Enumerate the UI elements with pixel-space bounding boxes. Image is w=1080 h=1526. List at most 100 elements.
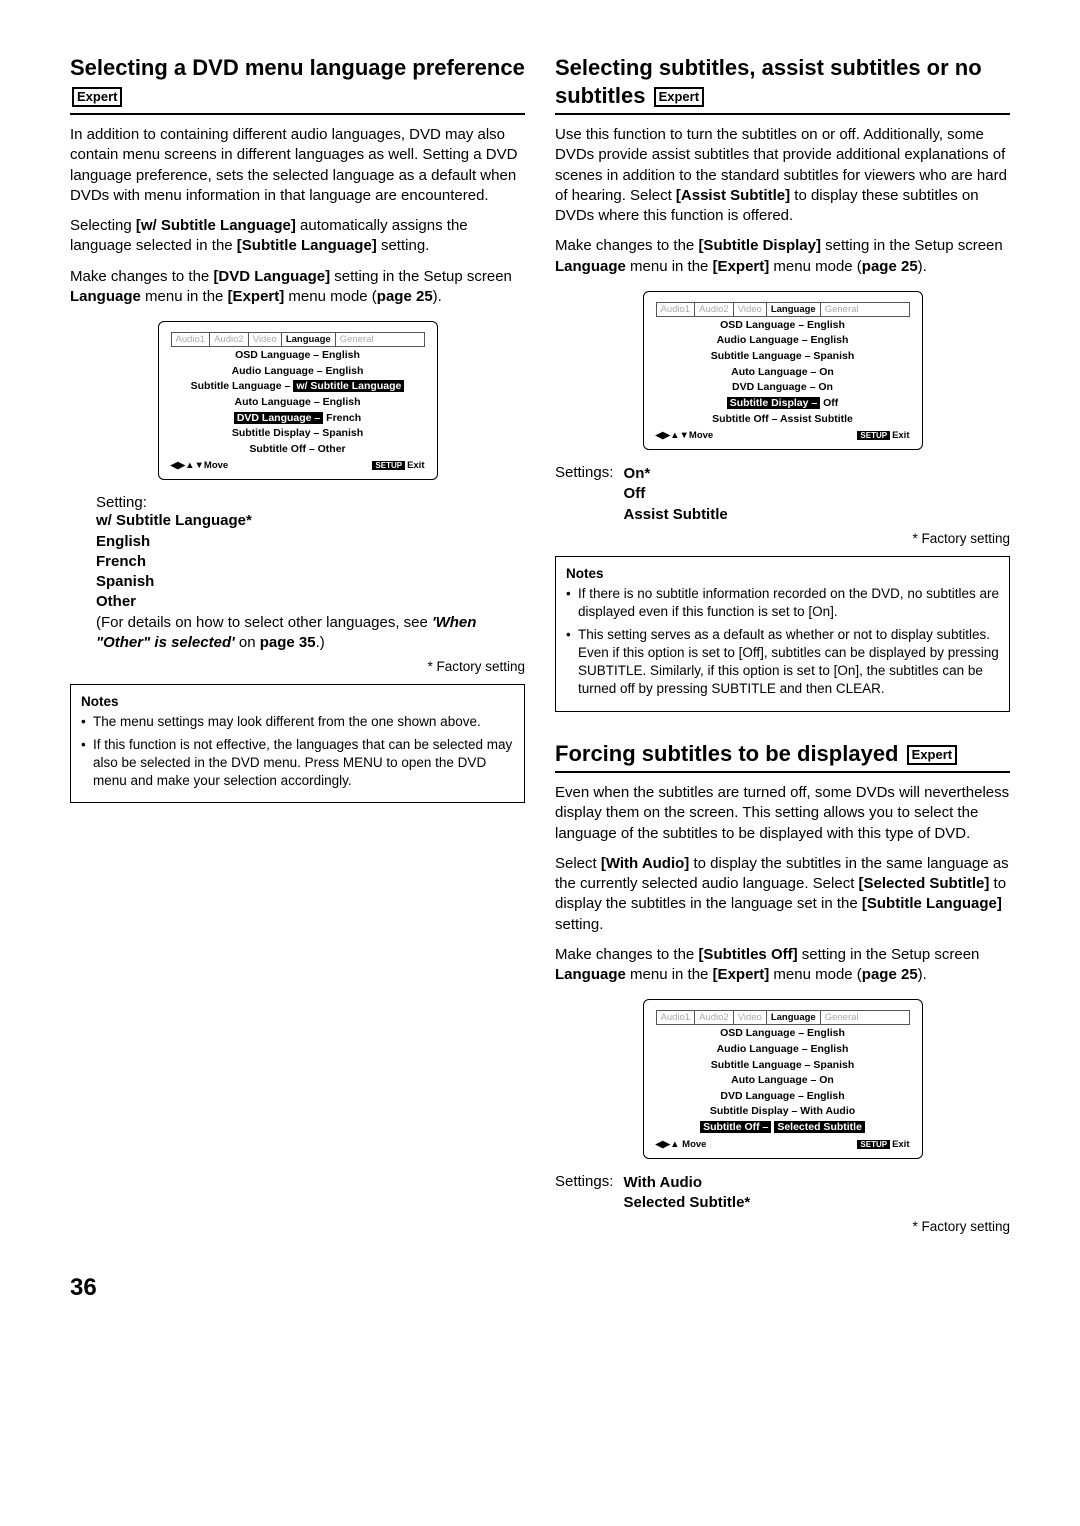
opt: Assist Subtitle <box>624 505 728 525</box>
tab-audio2: Audio2 <box>695 303 734 316</box>
left-para2: Selecting [w/ Subtitle Language] automat… <box>70 216 525 257</box>
r1-osd: Audio1 Audio2 Video Language General OSD… <box>643 291 923 450</box>
osd-row: Subtitle Display – Off <box>656 397 910 411</box>
heading-dvd-menu-lang: Selecting a DVD menu language preference… <box>70 54 525 115</box>
osd-row: Audio Language – English <box>656 1043 910 1057</box>
tab-language: Language <box>282 333 336 346</box>
r2-settings: Settings: With Audio Selected Subtitle* <box>555 1173 1010 1214</box>
page-content: Selecting a DVD menu language preference… <box>70 54 1010 1244</box>
osd-row: DVD Language – English <box>656 1090 910 1104</box>
osd-row: Audio Language – English <box>656 334 910 348</box>
setting-label: Settings: <box>555 1173 613 1190</box>
left-para3: Make changes to the [DVD Language] setti… <box>70 267 525 308</box>
setting-label: Setting: <box>96 494 147 511</box>
setting-options: With Audio Selected Subtitle* <box>624 1173 751 1214</box>
tab-language: Language <box>767 303 821 316</box>
osd-row: Subtitle Language – Spanish <box>656 1059 910 1073</box>
note-item: If this function is not effective, the l… <box>81 736 514 791</box>
osd-row: Auto Language – On <box>656 366 910 380</box>
tab-audio1: Audio1 <box>172 333 211 346</box>
r1-p1: Use this function to turn the subtitles … <box>555 125 1010 226</box>
r2-osd: Audio1 Audio2 Video Language General OSD… <box>643 999 923 1158</box>
factory-note: * Factory setting <box>555 531 1010 546</box>
notes-title: Notes <box>566 565 999 583</box>
opt: Spanish <box>96 572 525 592</box>
osd-row: DVD Language – French <box>171 412 425 426</box>
left-settings: Setting: w/ Subtitle Language* English F… <box>70 494 525 653</box>
r2-osd-wrap: Audio1 Audio2 Video Language General OSD… <box>555 999 1010 1158</box>
osd-row: DVD Language – On <box>656 381 910 395</box>
tab-audio2: Audio2 <box>210 333 249 346</box>
opt: Off <box>624 484 728 504</box>
opt: Selected Subtitle* <box>624 1193 751 1213</box>
r2-p2: Select [With Audio] to display the subti… <box>555 854 1010 935</box>
tab-language: Language <box>767 1011 821 1024</box>
osd-row: Subtitle Off – Selected Subtitle <box>656 1121 910 1135</box>
expert-badge: Expert <box>72 87 122 107</box>
heading-forcing-subtitles: Forcing subtitles to be displayed Expert <box>555 740 1010 774</box>
left-notes: Notes The menu settings may look differe… <box>70 684 525 803</box>
osd-row: Subtitle Off – Other <box>171 443 425 457</box>
tab-general: General <box>336 333 378 346</box>
tab-video: Video <box>734 1011 767 1024</box>
osd-tabs: Audio1 Audio2 Video Language General <box>656 1010 910 1025</box>
opt: French <box>96 552 525 572</box>
other-note: (For details on how to select other lang… <box>96 613 525 654</box>
r1-notes: Notes If there is no subtitle informatio… <box>555 556 1010 712</box>
opt: English <box>96 532 525 552</box>
page-number: 36 <box>70 1274 1010 1302</box>
r1-p2: Make changes to the [Subtitle Display] s… <box>555 236 1010 277</box>
note-item: If there is no subtitle information reco… <box>566 585 999 621</box>
opt: Other <box>96 592 525 612</box>
setting-options: On* Off Assist Subtitle <box>624 464 728 525</box>
setup-exit: SETUPExit <box>857 1139 909 1150</box>
osd-foot: ◀▶▲ Move SETUPExit <box>656 1139 910 1150</box>
left-osd: Audio1 Audio2 Video Language General OSD… <box>158 321 438 480</box>
osd-row: Audio Language – English <box>171 365 425 379</box>
osd-row: Subtitle Display – Spanish <box>171 427 425 441</box>
move-nav-icon: ◀▶▲▼Move <box>171 460 229 471</box>
left-para1: In addition to containing different audi… <box>70 125 525 206</box>
note-item: This setting serves as a default as whet… <box>566 626 999 699</box>
osd-foot: ◀▶▲▼Move SETUPExit <box>171 460 425 471</box>
osd-tabs: Audio1 Audio2 Video Language General <box>171 332 425 347</box>
expert-badge: Expert <box>907 745 957 765</box>
left-column: Selecting a DVD menu language preference… <box>70 54 525 1244</box>
osd-row: Subtitle Display – With Audio <box>656 1105 910 1119</box>
osd-row: Subtitle Language – Spanish <box>656 350 910 364</box>
tab-audio1: Audio1 <box>657 303 696 316</box>
setting-label: Settings: <box>555 464 613 481</box>
factory-note: * Factory setting <box>555 1219 1010 1234</box>
factory-note: * Factory setting <box>70 659 525 674</box>
osd-row: Auto Language – English <box>171 396 425 410</box>
heading-text: Selecting subtitles, assist subtitles or… <box>555 55 982 108</box>
expert-badge: Expert <box>654 87 704 107</box>
tab-audio2: Audio2 <box>695 1011 734 1024</box>
move-nav-icon: ◀▶▲ Move <box>656 1139 707 1150</box>
note-item: The menu settings may look different fro… <box>81 713 514 731</box>
osd-tabs: Audio1 Audio2 Video Language General <box>656 302 910 317</box>
heading-text: Forcing subtitles to be displayed <box>555 741 899 766</box>
move-nav-icon: ◀▶▲▼Move <box>656 430 714 441</box>
osd-foot: ◀▶▲▼Move SETUPExit <box>656 430 910 441</box>
r2-p1: Even when the subtitles are turned off, … <box>555 783 1010 844</box>
left-osd-wrap: Audio1 Audio2 Video Language General OSD… <box>70 321 525 480</box>
r1-settings: Settings: On* Off Assist Subtitle <box>555 464 1010 525</box>
osd-row: Auto Language – On <box>656 1074 910 1088</box>
right-column: Selecting subtitles, assist subtitles or… <box>555 54 1010 1244</box>
r1-osd-wrap: Audio1 Audio2 Video Language General OSD… <box>555 291 1010 450</box>
tab-video: Video <box>734 303 767 316</box>
tab-general: General <box>821 1011 863 1024</box>
heading-subtitles-select: Selecting subtitles, assist subtitles or… <box>555 54 1010 115</box>
tab-video: Video <box>249 333 282 346</box>
setup-exit: SETUPExit <box>372 460 424 471</box>
tab-audio1: Audio1 <box>657 1011 696 1024</box>
osd-row: OSD Language – English <box>171 349 425 363</box>
setup-exit: SETUPExit <box>857 430 909 441</box>
osd-row: OSD Language – English <box>656 319 910 333</box>
tab-general: General <box>821 303 863 316</box>
opt: w/ Subtitle Language* <box>96 511 525 531</box>
opt: On* <box>624 464 728 484</box>
notes-title: Notes <box>81 693 514 711</box>
osd-row: OSD Language – English <box>656 1027 910 1041</box>
